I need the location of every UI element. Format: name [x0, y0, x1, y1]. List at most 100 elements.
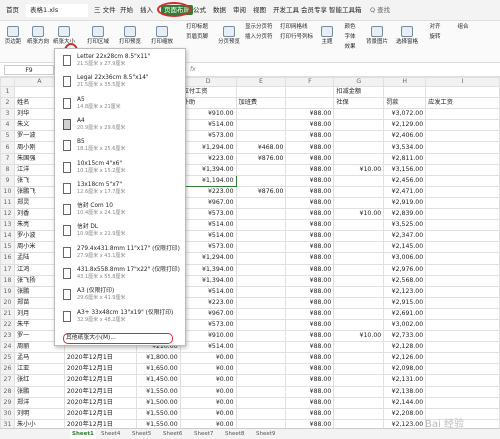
cell[interactable]: [333, 396, 385, 409]
home-tab[interactable]: 首页: [2, 4, 23, 17]
cell[interactable]: ¥2,098.00: [383, 363, 427, 376]
row-header[interactable]: 6: [0, 141, 15, 154]
sheet-tab[interactable]: Sheet4: [101, 430, 120, 439]
sheet-tab[interactable]: Sheet8: [225, 430, 244, 439]
cell[interactable]: ¥1,800.00: [135, 352, 181, 365]
cell[interactable]: [235, 119, 287, 132]
cell[interactable]: ¥967.00: [179, 307, 237, 320]
menu-data[interactable]: 数据: [213, 5, 226, 15]
cell[interactable]: [425, 185, 500, 198]
cell[interactable]: ¥1,294.00: [179, 252, 237, 265]
cell[interactable]: 2020年12月1日: [63, 374, 137, 387]
cell[interactable]: [333, 318, 385, 332]
cell[interactable]: ¥2,138.00: [383, 385, 427, 398]
cell[interactable]: 2020年12月1日: [63, 396, 137, 409]
row-header[interactable]: 14: [0, 230, 15, 243]
cell[interactable]: ¥10.00: [333, 330, 385, 343]
cell[interactable]: ¥88.00: [285, 385, 335, 398]
cell[interactable]: ¥0.00: [179, 407, 237, 420]
row-header[interactable]: 25: [0, 352, 15, 365]
cell[interactable]: ¥3,156.00: [383, 163, 427, 176]
cell[interactable]: [425, 85, 500, 99]
cell[interactable]: ¥1,500.00: [135, 396, 181, 409]
row-header[interactable]: 22: [0, 318, 15, 332]
cell[interactable]: ¥1,394.00: [179, 163, 237, 176]
row-header[interactable]: 15: [0, 241, 15, 254]
cell[interactable]: ¥88.00: [285, 396, 335, 409]
cell[interactable]: [425, 296, 500, 309]
row-header[interactable]: 31: [0, 418, 15, 428]
menu-home[interactable]: 开始: [120, 5, 133, 15]
cell[interactable]: [425, 130, 500, 143]
row-header[interactable]: 17: [0, 263, 15, 276]
cell[interactable]: ¥2,456.00: [383, 174, 427, 187]
cell[interactable]: [425, 163, 500, 176]
cell[interactable]: [425, 274, 500, 287]
cell[interactable]: ¥2,208.00: [383, 407, 427, 420]
cell[interactable]: [425, 119, 500, 132]
menu-member[interactable]: 会员专享: [301, 5, 327, 15]
cell[interactable]: [425, 208, 500, 221]
cell[interactable]: ¥88.00: [285, 285, 335, 298]
cell[interactable]: 2020年12月1日: [63, 352, 137, 365]
cell[interactable]: [425, 108, 500, 121]
cell[interactable]: [333, 219, 385, 232]
cell[interactable]: [333, 141, 385, 154]
orientation-button[interactable]: 纸张方向: [26, 26, 50, 46]
background-image-button[interactable]: 背景图片: [364, 26, 390, 46]
cell[interactable]: [425, 330, 500, 343]
cell[interactable]: ¥10.00: [333, 163, 385, 176]
cell[interactable]: [425, 196, 500, 210]
cell[interactable]: 2020年12月1日: [63, 363, 137, 376]
cell[interactable]: [235, 263, 287, 276]
row-header[interactable]: 2: [0, 97, 15, 110]
row-header[interactable]: 20: [0, 296, 15, 309]
colors-button[interactable]: 颜色: [340, 23, 360, 31]
cell[interactable]: [235, 274, 287, 287]
fx-icon[interactable]: fx: [190, 65, 196, 75]
cell[interactable]: [333, 130, 385, 143]
cell[interactable]: ¥1,550.00: [135, 418, 181, 428]
cell[interactable]: ¥1,194.00: [179, 174, 237, 187]
cell[interactable]: ¥0.00: [179, 418, 237, 428]
cell[interactable]: 2020年12月1日: [63, 418, 137, 428]
cell-name-box[interactable]: F9: [4, 65, 54, 75]
cell[interactable]: ¥2,128.00: [383, 341, 427, 354]
menu-formula[interactable]: 公式: [193, 5, 206, 15]
cell[interactable]: 2020年12月1日: [63, 407, 137, 420]
search-field[interactable]: Q 查找: [370, 5, 390, 15]
theme-button[interactable]: 主题: [318, 26, 336, 46]
align-button[interactable]: 对齐: [424, 23, 446, 31]
cell[interactable]: ¥910.00: [179, 108, 237, 121]
cell[interactable]: 社保: [333, 97, 385, 110]
row-header[interactable]: 9: [0, 174, 15, 187]
cell[interactable]: ¥88.00: [285, 252, 335, 265]
cell[interactable]: ¥2,126.00: [383, 352, 427, 365]
cell[interactable]: [235, 318, 287, 332]
cell[interactable]: ¥88.00: [285, 363, 335, 376]
row-header[interactable]: 30: [0, 407, 15, 420]
cell[interactable]: [235, 296, 287, 309]
cell[interactable]: ¥2,733.00: [383, 330, 427, 343]
rotate-button[interactable]: 旋转: [424, 33, 446, 41]
col-header[interactable]: H: [383, 77, 427, 87]
cell[interactable]: 江亚: [13, 363, 65, 376]
cell[interactable]: ¥2,471.00: [383, 185, 427, 198]
row-header[interactable]: 8: [0, 163, 15, 176]
row-header[interactable]: 21: [0, 307, 15, 320]
row-header[interactable]: 24: [0, 341, 15, 354]
row-header[interactable]: 7: [0, 152, 15, 165]
paper-size-item[interactable]: A4 20.9厘米 x 29.6厘米: [77, 117, 183, 132]
cell[interactable]: ¥0.00: [179, 352, 237, 365]
cell[interactable]: ¥0.00: [179, 363, 237, 376]
cell[interactable]: ¥514.00: [179, 341, 237, 354]
cell[interactable]: [235, 163, 287, 176]
cell[interactable]: ¥1,550.00: [135, 385, 181, 398]
row-header[interactable]: 13: [0, 219, 15, 232]
cell[interactable]: [333, 119, 385, 132]
print-gridlines-check[interactable]: 打印网格线: [280, 23, 312, 31]
cell[interactable]: ¥88.00: [285, 330, 335, 343]
cell[interactable]: ¥468.00: [235, 141, 287, 154]
cell[interactable]: 2020年12月1日: [63, 385, 137, 398]
cell[interactable]: [333, 274, 385, 287]
